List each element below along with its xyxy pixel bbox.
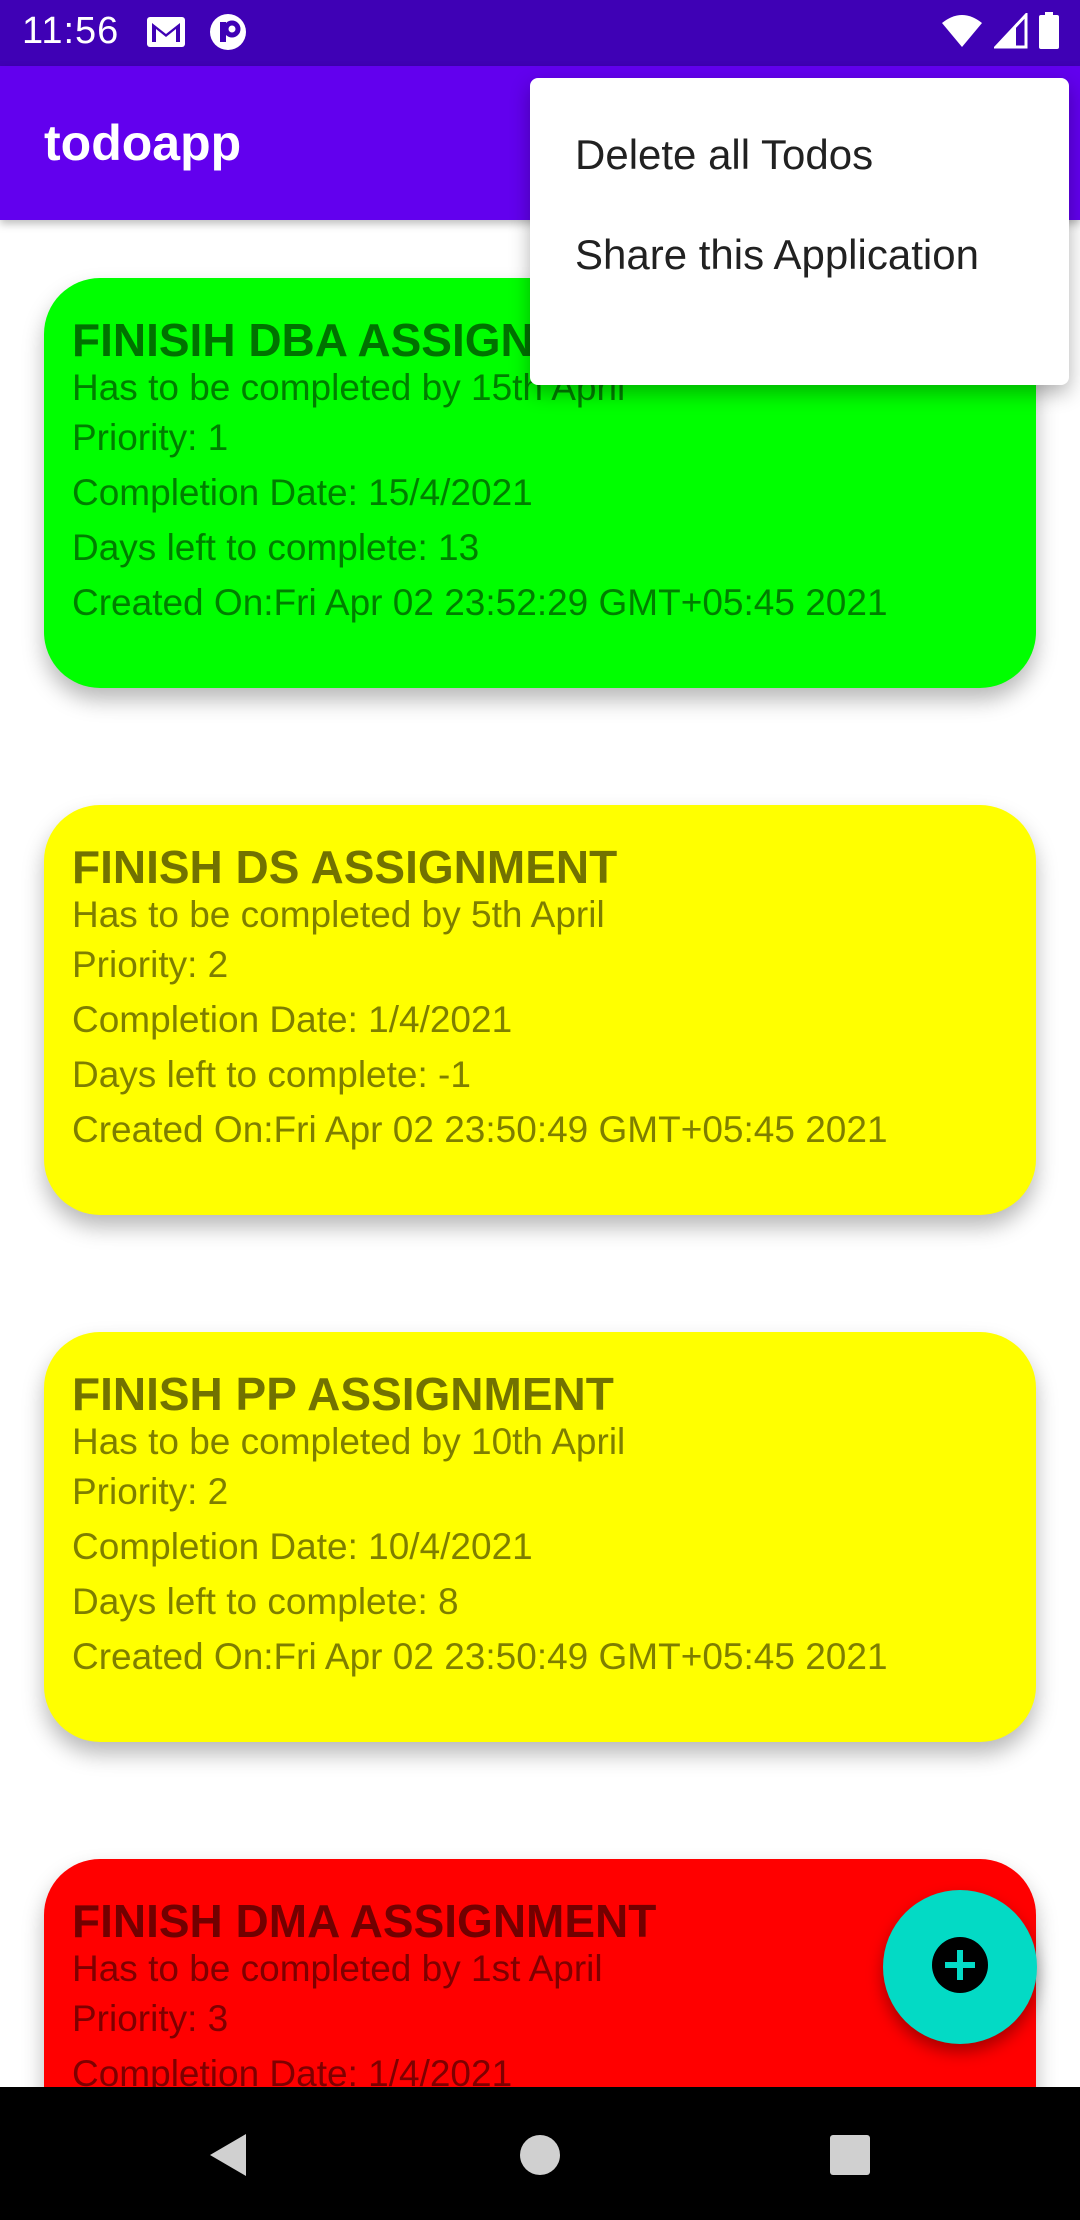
wifi-icon [940,13,984,54]
todo-title: FINISH PP ASSIGNMENT [72,1368,614,1420]
todo-completion-date: Completion Date: 10/4/2021 [72,1526,533,1567]
todo-card[interactable]: FINISH PP ASSIGNMENT Has to be completed… [44,1332,1036,1742]
todo-days-left: Days left to complete: 13 [72,527,480,568]
menu-item-share-app[interactable]: Share this Application [530,200,1069,332]
todo-list[interactable]: FINISIH DBA ASSIGNMENT Has to be complet… [0,220,1080,2087]
todo-created-on: Created On:Fri Apr 02 23:50:49 GMT+05:45… [72,1109,888,1150]
todo-card[interactable]: FINISH DS ASSIGNMENT Has to be completed… [44,805,1036,1215]
todo-days-left: Days left to complete: 8 [72,1581,459,1622]
status-bar: 11:56 [0,0,1080,66]
todo-description: Has to be completed by 10th April [72,1421,626,1462]
todo-days-left: Days left to complete: -1 [72,1054,471,1095]
todo-title: FINISH DS ASSIGNMENT [72,841,618,893]
todo-priority: Priority: 2 [72,944,229,985]
app-title: todoapp [44,115,242,171]
battery-icon [1038,11,1060,55]
recents-icon[interactable] [810,2115,890,2195]
app-notification-icon [208,14,248,50]
todo-priority: Priority: 2 [72,1471,229,1512]
todo-priority: Priority: 1 [72,417,229,458]
add-todo-button[interactable] [883,1890,1037,2044]
add-circle-icon [930,1935,990,2000]
gmail-icon [146,14,186,50]
status-time: 11:56 [22,10,120,52]
todo-created-on: Created On:Fri Apr 02 23:52:29 GMT+05:45… [72,582,888,623]
todo-priority: Priority: 3 [72,1998,229,2039]
todo-completion-date: Completion Date: 1/4/2021 [72,2053,513,2087]
signal-icon [992,10,1028,54]
menu-item-delete-all[interactable]: Delete all Todos [530,78,1069,210]
home-icon[interactable] [500,2115,580,2195]
back-icon[interactable] [187,2115,267,2195]
navigation-bar [0,2087,1080,2220]
todo-description: Has to be completed by 1st April [72,1948,603,1989]
overflow-menu: Delete all Todos Share this Application [530,78,1069,385]
todo-created-on: Created On:Fri Apr 02 23:50:49 GMT+05:45… [72,1636,888,1677]
todo-title: FINISH DMA ASSIGNMENT [72,1895,657,1947]
todo-description: Has to be completed by 5th April [72,894,605,935]
todo-completion-date: Completion Date: 1/4/2021 [72,999,513,1040]
todo-completion-date: Completion Date: 15/4/2021 [72,472,533,513]
